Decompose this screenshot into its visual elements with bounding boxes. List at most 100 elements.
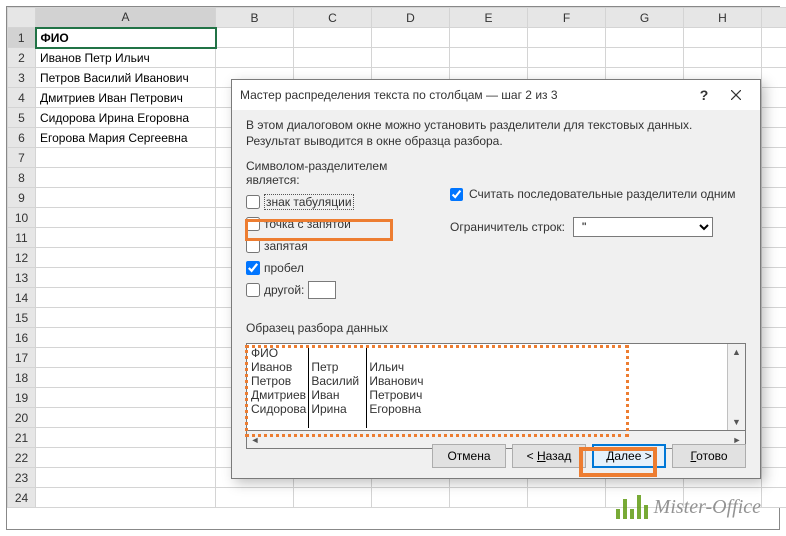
select-all-corner[interactable]: [8, 8, 36, 28]
semicolon-checkbox[interactable]: [246, 217, 260, 231]
cell[interactable]: [36, 308, 216, 328]
row-header[interactable]: 13: [8, 268, 36, 288]
row-header[interactable]: 14: [8, 288, 36, 308]
cell[interactable]: [762, 108, 786, 128]
cell[interactable]: [36, 248, 216, 268]
cell[interactable]: [762, 48, 786, 68]
cell[interactable]: [294, 48, 372, 68]
row-header[interactable]: 6: [8, 128, 36, 148]
cell[interactable]: [450, 48, 528, 68]
col-header-F[interactable]: F: [528, 8, 606, 28]
space-checkbox[interactable]: [246, 261, 260, 275]
cell[interactable]: [216, 48, 294, 68]
cell[interactable]: [294, 488, 372, 508]
col-header-A[interactable]: A: [36, 8, 216, 28]
preview-vscroll[interactable]: ▲▼: [727, 344, 745, 430]
cell[interactable]: ФИО: [36, 28, 216, 48]
row-header[interactable]: 23: [8, 468, 36, 488]
cell[interactable]: [36, 448, 216, 468]
cell[interactable]: [762, 308, 786, 328]
cell[interactable]: [762, 248, 786, 268]
cell[interactable]: [36, 148, 216, 168]
cell[interactable]: [762, 168, 786, 188]
cell[interactable]: [762, 388, 786, 408]
other-input[interactable]: [308, 281, 336, 299]
cell[interactable]: [762, 268, 786, 288]
cell[interactable]: [528, 488, 606, 508]
cell[interactable]: [684, 28, 762, 48]
cell[interactable]: [216, 488, 294, 508]
qualifier-select[interactable]: ": [573, 217, 713, 237]
row-header[interactable]: 17: [8, 348, 36, 368]
cell[interactable]: [36, 388, 216, 408]
cell[interactable]: [762, 328, 786, 348]
cell[interactable]: [762, 468, 786, 488]
row-header[interactable]: 22: [8, 448, 36, 468]
row-header[interactable]: 2: [8, 48, 36, 68]
cell[interactable]: [372, 488, 450, 508]
cell[interactable]: [36, 288, 216, 308]
cell[interactable]: [762, 288, 786, 308]
cell[interactable]: Егорова Мария Сергеевна: [36, 128, 216, 148]
cancel-button[interactable]: Отмена: [432, 444, 506, 468]
cell[interactable]: [762, 148, 786, 168]
tab-checkbox[interactable]: [246, 195, 260, 209]
row-header[interactable]: 1: [8, 28, 36, 48]
col-header-B[interactable]: B: [216, 8, 294, 28]
row-header[interactable]: 12: [8, 248, 36, 268]
row-header[interactable]: 16: [8, 328, 36, 348]
cell[interactable]: [606, 48, 684, 68]
row-header[interactable]: 11: [8, 228, 36, 248]
cell[interactable]: [762, 188, 786, 208]
col-header-C[interactable]: C: [294, 8, 372, 28]
cell[interactable]: Петров Василий Иванович: [36, 68, 216, 88]
cell[interactable]: [762, 408, 786, 428]
consecutive-checkbox[interactable]: [450, 188, 463, 201]
cell[interactable]: [36, 268, 216, 288]
row-header[interactable]: 4: [8, 88, 36, 108]
cell[interactable]: [762, 28, 786, 48]
cell[interactable]: [762, 208, 786, 228]
cell[interactable]: [36, 228, 216, 248]
cell[interactable]: [762, 488, 786, 508]
cell[interactable]: [450, 28, 528, 48]
cell[interactable]: [294, 28, 372, 48]
cell[interactable]: [36, 348, 216, 368]
cell[interactable]: [762, 228, 786, 248]
cell[interactable]: Иванов Петр Ильич: [36, 48, 216, 68]
cell[interactable]: [372, 48, 450, 68]
other-checkbox[interactable]: [246, 283, 260, 297]
row-header[interactable]: 20: [8, 408, 36, 428]
next-button[interactable]: Далее >: [592, 444, 666, 468]
finish-button[interactable]: Готово: [672, 444, 746, 468]
col-header-E[interactable]: E: [450, 8, 528, 28]
cell[interactable]: [762, 128, 786, 148]
cell[interactable]: [36, 488, 216, 508]
col-header-H[interactable]: H: [684, 8, 762, 28]
row-header[interactable]: 15: [8, 308, 36, 328]
col-header-G[interactable]: G: [606, 8, 684, 28]
cell[interactable]: [528, 48, 606, 68]
cell[interactable]: [762, 348, 786, 368]
cell[interactable]: [36, 368, 216, 388]
cell[interactable]: [762, 428, 786, 448]
row-header[interactable]: 5: [8, 108, 36, 128]
cell[interactable]: [36, 468, 216, 488]
cell[interactable]: [36, 168, 216, 188]
cell[interactable]: [684, 48, 762, 68]
row-header[interactable]: 8: [8, 168, 36, 188]
cell[interactable]: [450, 488, 528, 508]
cell[interactable]: [36, 328, 216, 348]
cell[interactable]: [216, 28, 294, 48]
cell[interactable]: [372, 28, 450, 48]
cell[interactable]: Сидорова Ирина Егоровна: [36, 108, 216, 128]
cell[interactable]: [36, 428, 216, 448]
comma-checkbox[interactable]: [246, 239, 260, 253]
cell[interactable]: [36, 188, 216, 208]
cell[interactable]: [606, 28, 684, 48]
row-header[interactable]: 19: [8, 388, 36, 408]
cell[interactable]: Дмитриев Иван Петрович: [36, 88, 216, 108]
col-header-I[interactable]: I: [762, 8, 786, 28]
row-header[interactable]: 24: [8, 488, 36, 508]
cell[interactable]: [762, 68, 786, 88]
